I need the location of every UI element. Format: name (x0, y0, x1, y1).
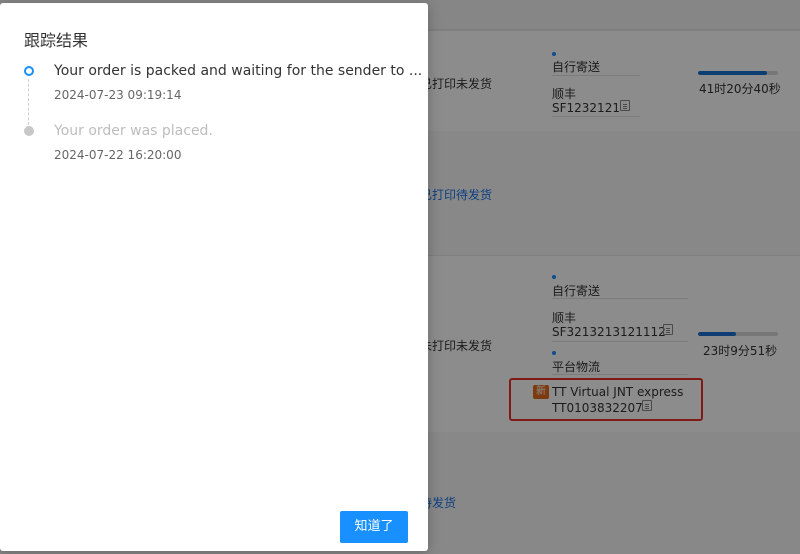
timeline-event-time: 2024-07-22 16:20:00 (54, 148, 182, 162)
timeline-event-text: Your order is packed and waiting for the… (54, 63, 423, 79)
timeline-node-past-icon (24, 126, 34, 136)
timeline-event-text: Your order was placed. (54, 123, 213, 139)
timeline-connector (28, 79, 29, 125)
timeline-node-current-icon (24, 66, 34, 76)
tracking-result-dialog: 跟踪结果 Your order is packed and waiting fo… (0, 3, 428, 551)
ok-button[interactable]: 知道了 (340, 511, 408, 543)
timeline-event-time: 2024-07-23 09:19:14 (54, 88, 182, 102)
dialog-title: 跟踪结果 (24, 31, 89, 50)
